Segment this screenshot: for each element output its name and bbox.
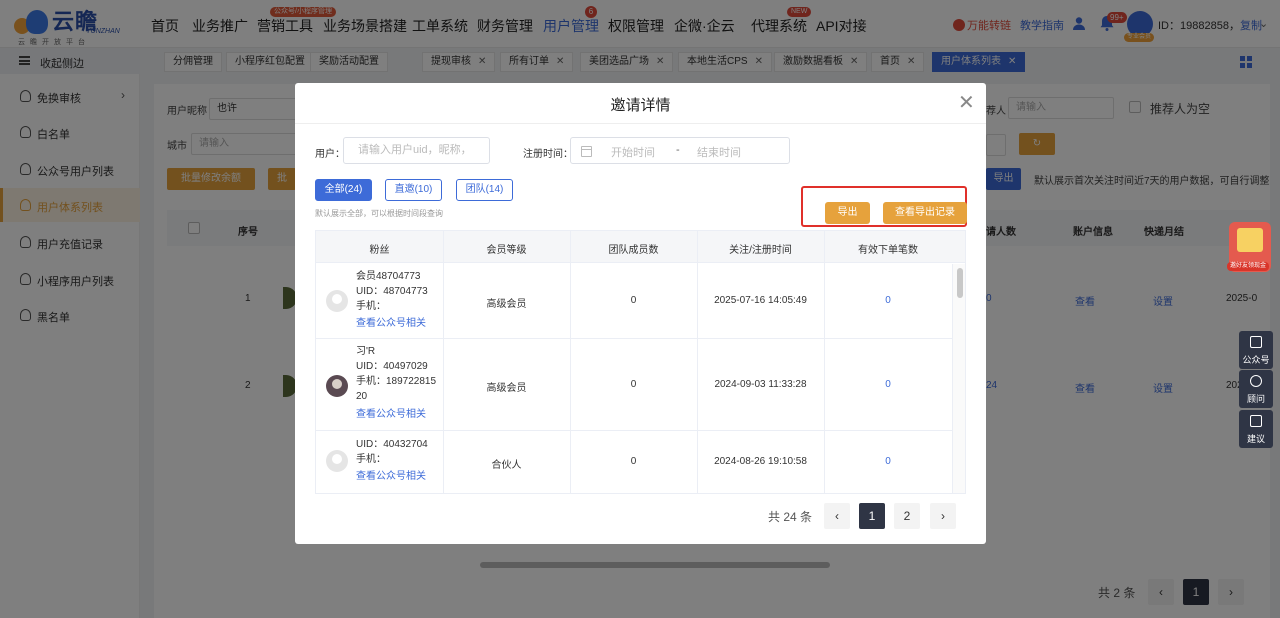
reg-time-range-picker[interactable] <box>570 137 790 164</box>
date-separator: - <box>676 144 680 156</box>
valid-orders-link[interactable]: 0 <box>824 379 952 390</box>
modal-pager-total: 共 24 条 <box>768 510 813 524</box>
float-official-account-button[interactable]: 公众号 <box>1239 331 1273 369</box>
user-search-input[interactable]: 请输入用户uid，昵称， <box>343 137 490 164</box>
view-oa-link[interactable]: 查看公众号相关 <box>356 316 426 331</box>
headset-icon <box>1250 375 1262 387</box>
member-level: 高级会员 <box>486 383 527 394</box>
valid-orders-link[interactable]: 0 <box>824 295 952 306</box>
export-history-button[interactable]: 查看导出记录 <box>883 202 967 224</box>
close-icon[interactable]: ✕ <box>958 93 975 113</box>
fan-avatar <box>326 375 348 397</box>
user-filter-label: 用户： <box>315 149 345 160</box>
invite-details-modal: 邀请详情 ✕ 用户： 请输入用户uid，昵称， 注册时间： 开始时间 - 结束时… <box>295 83 986 544</box>
team-size: 0 <box>630 295 637 306</box>
fan-avatar <box>326 450 348 472</box>
gift-icon <box>1237 228 1263 252</box>
invite-gift-label: 邀好友领现金 <box>1227 262 1270 271</box>
table-vertical-scrollbar[interactable] <box>952 264 965 493</box>
member-level: 高级会员 <box>486 299 527 310</box>
chat-icon <box>1250 336 1262 348</box>
float-button-label: 建议 <box>1246 434 1265 444</box>
modal-title: 邀请详情 <box>610 97 671 114</box>
next-page-button[interactable]: › <box>930 503 956 529</box>
follow-time: 2025-07-16 14:05:49 <box>714 295 807 306</box>
invite-table: 粉丝 会员等级 团队成员数 关注/注册时间 有效下单笔数 会员48704773 … <box>315 230 966 494</box>
float-button-label: 公众号 <box>1242 355 1270 365</box>
col-follow-time: 关注/注册时间 <box>729 245 792 256</box>
start-date-input[interactable]: 开始时间 <box>611 144 655 160</box>
view-oa-link[interactable]: 查看公众号相关 <box>356 469 426 484</box>
table-scroll-thumb[interactable] <box>957 268 963 298</box>
view-oa-link[interactable]: 查看公众号相关 <box>356 407 426 422</box>
col-valid-orders: 有效下单笔数 <box>858 245 918 256</box>
end-date-input[interactable]: 结束时间 <box>697 144 741 160</box>
col-member-level: 会员等级 <box>486 245 527 256</box>
fan-phone: 手机： <box>356 301 386 312</box>
fan-phone: 手机： <box>356 454 386 465</box>
page-button-1[interactable]: 1 <box>859 503 885 529</box>
float-consultant-button[interactable]: 顾问 <box>1239 370 1273 408</box>
prev-page-button[interactable]: ‹ <box>824 503 850 529</box>
fan-phone: 手机：189722815 <box>356 376 437 387</box>
segment-direct[interactable]: 直邀(10) <box>385 179 442 201</box>
follow-time: 2024-08-26 19:10:58 <box>714 456 807 467</box>
segment-all[interactable]: 全部(24) <box>315 179 372 201</box>
reg-time-label: 注册时间： <box>523 149 573 160</box>
modal-divider <box>295 123 986 124</box>
valid-orders-link[interactable]: 0 <box>824 456 952 467</box>
fan-name: 习'R <box>356 346 376 357</box>
col-team-size: 团队成员数 <box>608 245 659 256</box>
follow-time: 2024-09-03 11:33:28 <box>714 379 807 390</box>
edit-icon <box>1250 415 1262 427</box>
fan-uid: UID：40432704 <box>356 439 428 450</box>
float-feedback-button[interactable]: 建议 <box>1239 410 1273 448</box>
export-button[interactable]: 导出 <box>825 202 870 224</box>
float-button-label: 顾问 <box>1246 394 1265 404</box>
calendar-icon <box>581 146 592 157</box>
col-fan: 粉丝 <box>369 245 390 256</box>
segment-team[interactable]: 团队(14) <box>456 179 513 201</box>
team-size: 0 <box>630 456 637 467</box>
filter-hint: 默认展示全部，可以根据时间段查询 <box>315 209 443 218</box>
fan-phone-cont: 20 <box>356 391 368 402</box>
member-level: 合伙人 <box>491 460 522 471</box>
fan-uid: UID：48704773 <box>356 286 428 297</box>
page-button-2[interactable]: 2 <box>894 503 920 529</box>
team-size: 0 <box>630 379 637 390</box>
fan-uid: UID：40497029 <box>356 361 428 372</box>
fan-name: 会员48704773 <box>356 271 421 282</box>
fan-avatar <box>326 290 348 312</box>
